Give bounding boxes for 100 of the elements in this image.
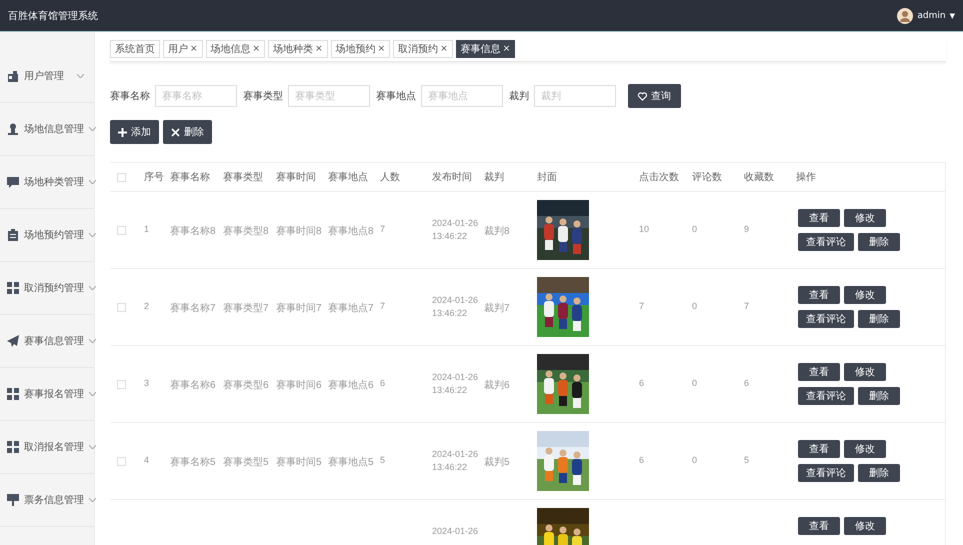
table-cell: 2024-01-26 — [432, 295, 479, 305]
chevron-down-icon[interactable] — [89, 392, 96, 396]
menu-item[interactable]: 赛事报名管理 — [24, 387, 84, 401]
checkbox[interactable] — [117, 457, 126, 466]
chevron-down-icon[interactable] — [89, 445, 96, 449]
view-comments-button[interactable]: 查看评论 — [798, 464, 854, 482]
edit-button[interactable]: 修改 — [844, 209, 886, 227]
edit-button[interactable]: 修改 — [844, 517, 886, 535]
checkbox[interactable] — [117, 226, 126, 235]
view-comments-button[interactable]: 查看评论 — [798, 387, 854, 405]
tab[interactable]: 场地信息 × — [206, 40, 266, 58]
search-field[interactable]: 赛事类型 — [288, 85, 370, 107]
column-header: 操作 — [795, 171, 817, 184]
table-cell-text: 5 — [379, 455, 386, 465]
close-icon — [171, 128, 180, 136]
field-label: 赛事名称 — [110, 90, 150, 103]
tab[interactable]: 系统首页 — [110, 40, 160, 58]
table-cell-text: 5 — [743, 455, 750, 465]
add-button[interactable]: 添加 — [110, 120, 159, 144]
menu-item[interactable]: 票务信息管理 — [24, 493, 84, 507]
chevron-down-icon[interactable] — [77, 74, 84, 78]
table-cell-text: 赛事名称5 — [169, 456, 216, 469]
table-cell-text: 6 — [379, 378, 386, 388]
view-comments-button[interactable]: 查看评论 — [798, 310, 854, 328]
delete-button[interactable]: 删除 — [858, 387, 900, 405]
table-cell-text: 赛事时间8 — [275, 224, 322, 238]
column-header: 发布时间 — [431, 170, 473, 184]
table-cell-text: 赛事类型7 — [222, 302, 269, 315]
column-header: 赛事时间 — [275, 170, 317, 184]
search-field[interactable]: 赛事地点 — [421, 85, 503, 107]
tab-close-button[interactable]: × — [315, 44, 323, 54]
column-header: 赛事名称 — [169, 170, 211, 184]
table-cell-text: 6 — [743, 378, 750, 388]
column-header: 点击次数 — [638, 170, 680, 184]
table-cell-text: 0 — [691, 224, 698, 234]
view-comments-button[interactable]: 查看评论 — [798, 233, 854, 251]
column-header: 人数 — [379, 171, 401, 184]
user-name[interactable]: admin — [917, 10, 946, 20]
chevron-down-icon[interactable] — [89, 286, 96, 290]
clipboard-icon — [7, 229, 19, 241]
column-header: 裁判 — [483, 170, 505, 184]
edit-button[interactable]: 修改 — [844, 363, 886, 381]
signpost-icon — [7, 494, 19, 506]
grid-icon — [7, 441, 19, 453]
menu-item[interactable]: 场地预约管理 — [24, 228, 84, 242]
menu-item[interactable]: 场地种类管理 — [24, 175, 84, 189]
table-cell-text: 赛事时间5 — [275, 456, 322, 469]
delete-button[interactable]: 删除 — [858, 310, 900, 328]
table-cell-text: 2 — [143, 301, 150, 311]
avatar-icon[interactable] — [897, 8, 914, 24]
table-cell-text: 赛事地点5 — [327, 456, 374, 469]
delete-button[interactable]: 删除 — [858, 233, 900, 251]
paper-plane-icon — [7, 335, 19, 347]
column-header: 评论数 — [691, 171, 723, 184]
menu-item[interactable]: 取消报名管理 — [24, 440, 84, 454]
table-cell-text: 裁判8 — [483, 224, 510, 238]
table-cell-text: 赛事类型8 — [222, 224, 269, 238]
edit-button[interactable]: 修改 — [844, 440, 886, 458]
menu-item[interactable]: 用户管理 — [24, 69, 72, 83]
search-field[interactable]: 赛事名称 — [155, 85, 237, 107]
delete-button[interactable]: 删除 — [163, 120, 212, 144]
view-button[interactable]: 查看 — [798, 440, 840, 458]
search-button[interactable]: 查询 — [628, 84, 681, 108]
menu-item[interactable]: 场地信息管理 — [24, 122, 84, 136]
checkbox[interactable] — [117, 172, 126, 182]
delete-button[interactable]: 删除 — [858, 464, 900, 482]
edit-button[interactable]: 修改 — [844, 286, 886, 304]
tab[interactable]: 取消预约 × — [393, 40, 453, 58]
view-button[interactable]: 查看 — [798, 517, 840, 535]
tab-close-button[interactable]: × — [252, 44, 260, 54]
tab-close-button[interactable]: × — [440, 44, 448, 54]
chevron-down-icon[interactable] — [89, 339, 96, 343]
tab-close-button[interactable]: × — [502, 44, 510, 54]
field-label: 裁判 — [509, 90, 529, 103]
field-label: 赛事地点 — [376, 90, 416, 103]
chevron-down-icon[interactable] — [89, 233, 96, 237]
column-header: 赛事地点 — [327, 170, 369, 184]
checkbox[interactable] — [117, 303, 126, 312]
plus-icon — [118, 128, 127, 136]
tab[interactable]: 赛事信息 × — [456, 40, 516, 58]
menu-item[interactable]: 赛事信息管理 — [24, 334, 84, 348]
table-cell-text: 赛事名称8 — [169, 224, 216, 238]
column-header: 收藏数 — [743, 170, 775, 184]
tab[interactable]: 场地种类 × — [268, 40, 328, 58]
chevron-down-icon[interactable] — [89, 498, 96, 502]
chevron-down-icon[interactable] — [89, 127, 96, 131]
search-field[interactable]: 裁判 — [534, 85, 616, 107]
table-cell: 2024-01-26 — [432, 449, 479, 459]
tab[interactable]: 场地预约 × — [330, 40, 390, 58]
view-button[interactable]: 查看 — [798, 286, 840, 304]
tab-close-button[interactable]: × — [190, 44, 198, 54]
tab-close-button[interactable]: × — [378, 44, 386, 54]
field-label: 赛事类型 — [243, 90, 283, 103]
menu-item[interactable]: 取消预约管理 — [24, 281, 84, 295]
view-button[interactable]: 查看 — [798, 363, 840, 381]
checkbox[interactable] — [117, 380, 126, 389]
chevron-down-icon[interactable] — [89, 180, 96, 184]
table-cell-text: 0 — [691, 301, 698, 311]
view-button[interactable]: 查看 — [798, 209, 840, 227]
tab[interactable]: 用户 × — [163, 40, 203, 58]
